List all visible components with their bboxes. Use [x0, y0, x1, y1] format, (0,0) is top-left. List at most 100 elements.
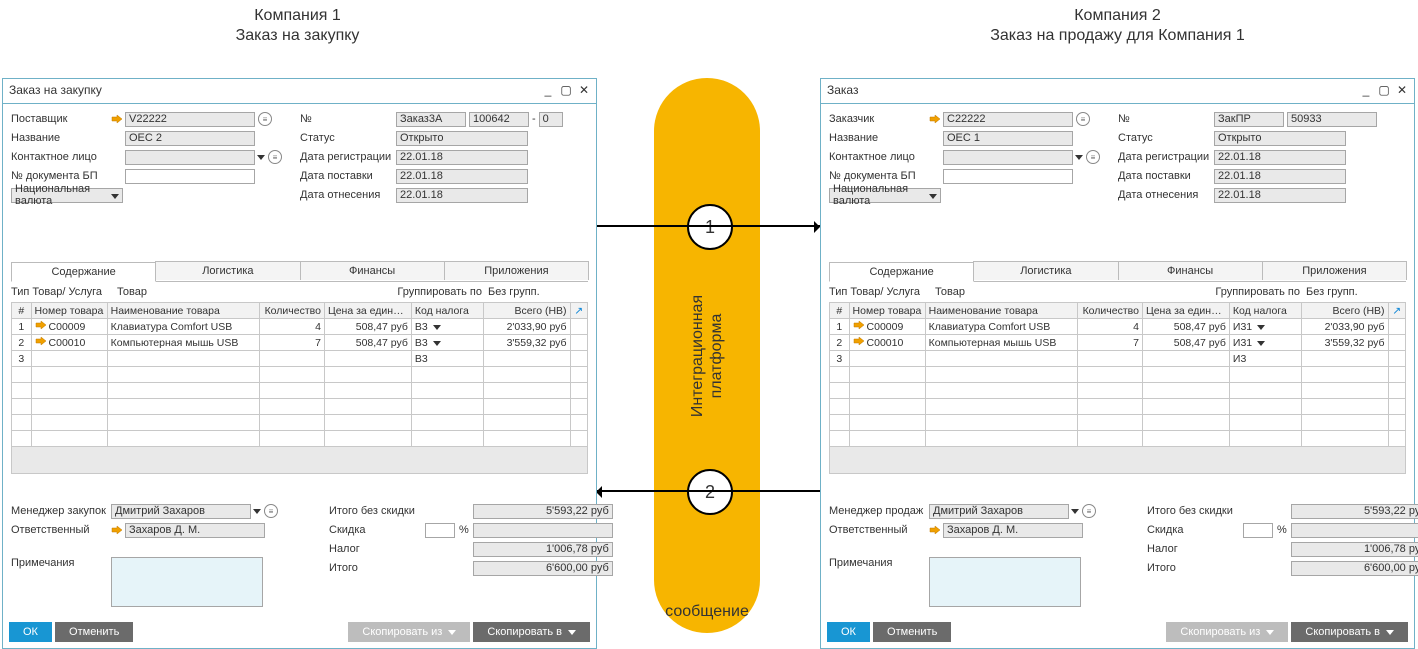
- manager-field[interactable]: Дмитрий Захаров: [111, 504, 251, 519]
- col-code[interactable]: Номер товара: [849, 303, 925, 319]
- cell-tax[interactable]: И3: [1229, 351, 1301, 367]
- no-series-field[interactable]: ЗакПР: [1214, 112, 1284, 127]
- table-row[interactable]: [12, 367, 588, 383]
- items-table[interactable]: # Номер товара Наименование товара Колич…: [829, 302, 1406, 447]
- col-total[interactable]: Всего (НВ): [1301, 303, 1388, 319]
- chevron-down-icon[interactable]: [253, 509, 261, 514]
- cell-qty[interactable]: 4: [259, 319, 324, 335]
- responsible-field[interactable]: Захаров Д. М.: [125, 523, 265, 538]
- chevron-down-icon[interactable]: [1075, 155, 1083, 160]
- name-field[interactable]: OEC 1: [943, 131, 1073, 146]
- regdate-field[interactable]: 22.01.18: [1214, 150, 1346, 165]
- titlebar[interactable]: Заказ _ ▢ ✕: [821, 79, 1414, 104]
- maximize-icon[interactable]: ▢: [560, 84, 572, 96]
- cell-total[interactable]: 2'033,90 руб: [1301, 319, 1388, 335]
- cell-code[interactable]: C00010: [849, 335, 925, 351]
- table-row[interactable]: [830, 431, 1406, 447]
- tab-attachments[interactable]: Приложения: [1262, 261, 1407, 280]
- col-name[interactable]: Наименование товара: [107, 303, 259, 319]
- no-num-field[interactable]: 50933: [1287, 112, 1377, 127]
- supplier-field[interactable]: V22222: [125, 112, 255, 127]
- cell-qty[interactable]: [1077, 351, 1142, 367]
- expand-icon[interactable]: ↗: [570, 303, 587, 319]
- table-row[interactable]: 1C00009Клавиатура Comfort USB4508,47 руб…: [12, 319, 588, 335]
- table-row[interactable]: [12, 431, 588, 447]
- chevron-down-icon[interactable]: [257, 155, 265, 160]
- manager-field[interactable]: Дмитрий Захаров: [929, 504, 1069, 519]
- cell-code[interactable]: [31, 351, 107, 367]
- col-code[interactable]: Номер товара: [31, 303, 107, 319]
- cell-qty[interactable]: [259, 351, 324, 367]
- info-icon[interactable]: ≡: [1076, 112, 1090, 126]
- tab-attachments[interactable]: Приложения: [444, 261, 589, 280]
- tab-logistics[interactable]: Логистика: [973, 261, 1118, 280]
- cell-name[interactable]: Клавиатура Comfort USB: [107, 319, 259, 335]
- info-icon[interactable]: ≡: [258, 112, 272, 126]
- cell-price[interactable]: 508,47 руб: [324, 335, 411, 351]
- cell-code[interactable]: C00009: [31, 319, 107, 335]
- minimize-icon[interactable]: _: [1360, 84, 1372, 96]
- info-icon[interactable]: ≡: [1086, 150, 1100, 164]
- chevron-down-icon[interactable]: [433, 341, 441, 346]
- table-scroll-area[interactable]: [829, 447, 1406, 474]
- col-tax[interactable]: Код налога: [411, 303, 483, 319]
- cell-name[interactable]: Клавиатура Comfort USB: [925, 319, 1077, 335]
- table-row[interactable]: [12, 383, 588, 399]
- close-icon[interactable]: ✕: [1396, 84, 1408, 96]
- table-row[interactable]: 2C00010Компьютерная мышь USB7508,47 рубB…: [12, 335, 588, 351]
- copy-to-button[interactable]: Скопировать в: [1291, 622, 1408, 642]
- cell-total[interactable]: [1301, 351, 1388, 367]
- col-total[interactable]: Всего (НВ): [483, 303, 570, 319]
- currency-dropdown[interactable]: Национальная валюта: [829, 188, 941, 203]
- status-field[interactable]: Открыто: [396, 131, 528, 146]
- name-field[interactable]: OEC 2: [125, 131, 255, 146]
- cell-code[interactable]: C00009: [849, 319, 925, 335]
- cell-price[interactable]: 508,47 руб: [324, 319, 411, 335]
- col-price[interactable]: Цена за единицу: [324, 303, 411, 319]
- table-row[interactable]: [830, 383, 1406, 399]
- group-field[interactable]: Без групп.: [1306, 286, 1406, 298]
- tab-finance[interactable]: Финансы: [1118, 261, 1263, 280]
- cell-price[interactable]: [324, 351, 411, 367]
- link-arrow-icon[interactable]: [853, 320, 865, 330]
- delivdate-field[interactable]: 22.01.18: [1214, 169, 1346, 184]
- group-field[interactable]: Без групп.: [488, 286, 588, 298]
- postdate-field[interactable]: 22.01.18: [396, 188, 528, 203]
- cell-total[interactable]: 3'559,32 руб: [1301, 335, 1388, 351]
- tab-contents[interactable]: Содержание: [11, 262, 156, 282]
- titlebar[interactable]: Заказ на закупку _ ▢ ✕: [3, 79, 596, 104]
- table-row[interactable]: [12, 415, 588, 431]
- chevron-down-icon[interactable]: [1071, 509, 1079, 514]
- copy-from-button[interactable]: Скопировать из: [348, 622, 470, 642]
- tab-finance[interactable]: Финансы: [300, 261, 445, 280]
- link-arrow-icon[interactable]: [35, 336, 47, 346]
- notes-field[interactable]: [111, 557, 263, 607]
- link-arrow-icon[interactable]: [853, 336, 865, 346]
- cell-total[interactable]: 3'559,32 руб: [483, 335, 570, 351]
- cell-tax[interactable]: И31: [1229, 335, 1301, 351]
- cell-qty[interactable]: 7: [1077, 335, 1142, 351]
- ok-button[interactable]: ОК: [9, 622, 52, 642]
- table-row[interactable]: 3B3: [12, 351, 588, 367]
- chevron-down-icon[interactable]: [433, 325, 441, 330]
- postdate-field[interactable]: 22.01.18: [1214, 188, 1346, 203]
- link-arrow-icon[interactable]: [929, 525, 941, 535]
- cell-name[interactable]: Компьютерная мышь USB: [107, 335, 259, 351]
- info-icon[interactable]: ≡: [1082, 504, 1096, 518]
- discount-field[interactable]: [473, 523, 613, 538]
- cell-qty[interactable]: 7: [259, 335, 324, 351]
- cell-price[interactable]: [1142, 351, 1229, 367]
- no-series-field[interactable]: Заказ3А: [396, 112, 466, 127]
- discount-pct-field[interactable]: [1243, 523, 1273, 538]
- info-icon[interactable]: ≡: [268, 150, 282, 164]
- type-field[interactable]: Товар: [935, 286, 1085, 298]
- cell-qty[interactable]: 4: [1077, 319, 1142, 335]
- table-row[interactable]: [830, 399, 1406, 415]
- cell-tax[interactable]: B3: [411, 319, 483, 335]
- cell-tax[interactable]: И31: [1229, 319, 1301, 335]
- col-idx[interactable]: #: [12, 303, 32, 319]
- status-field[interactable]: Открыто: [1214, 131, 1346, 146]
- cell-code[interactable]: [849, 351, 925, 367]
- col-name[interactable]: Наименование товара: [925, 303, 1077, 319]
- link-arrow-icon[interactable]: [111, 114, 123, 124]
